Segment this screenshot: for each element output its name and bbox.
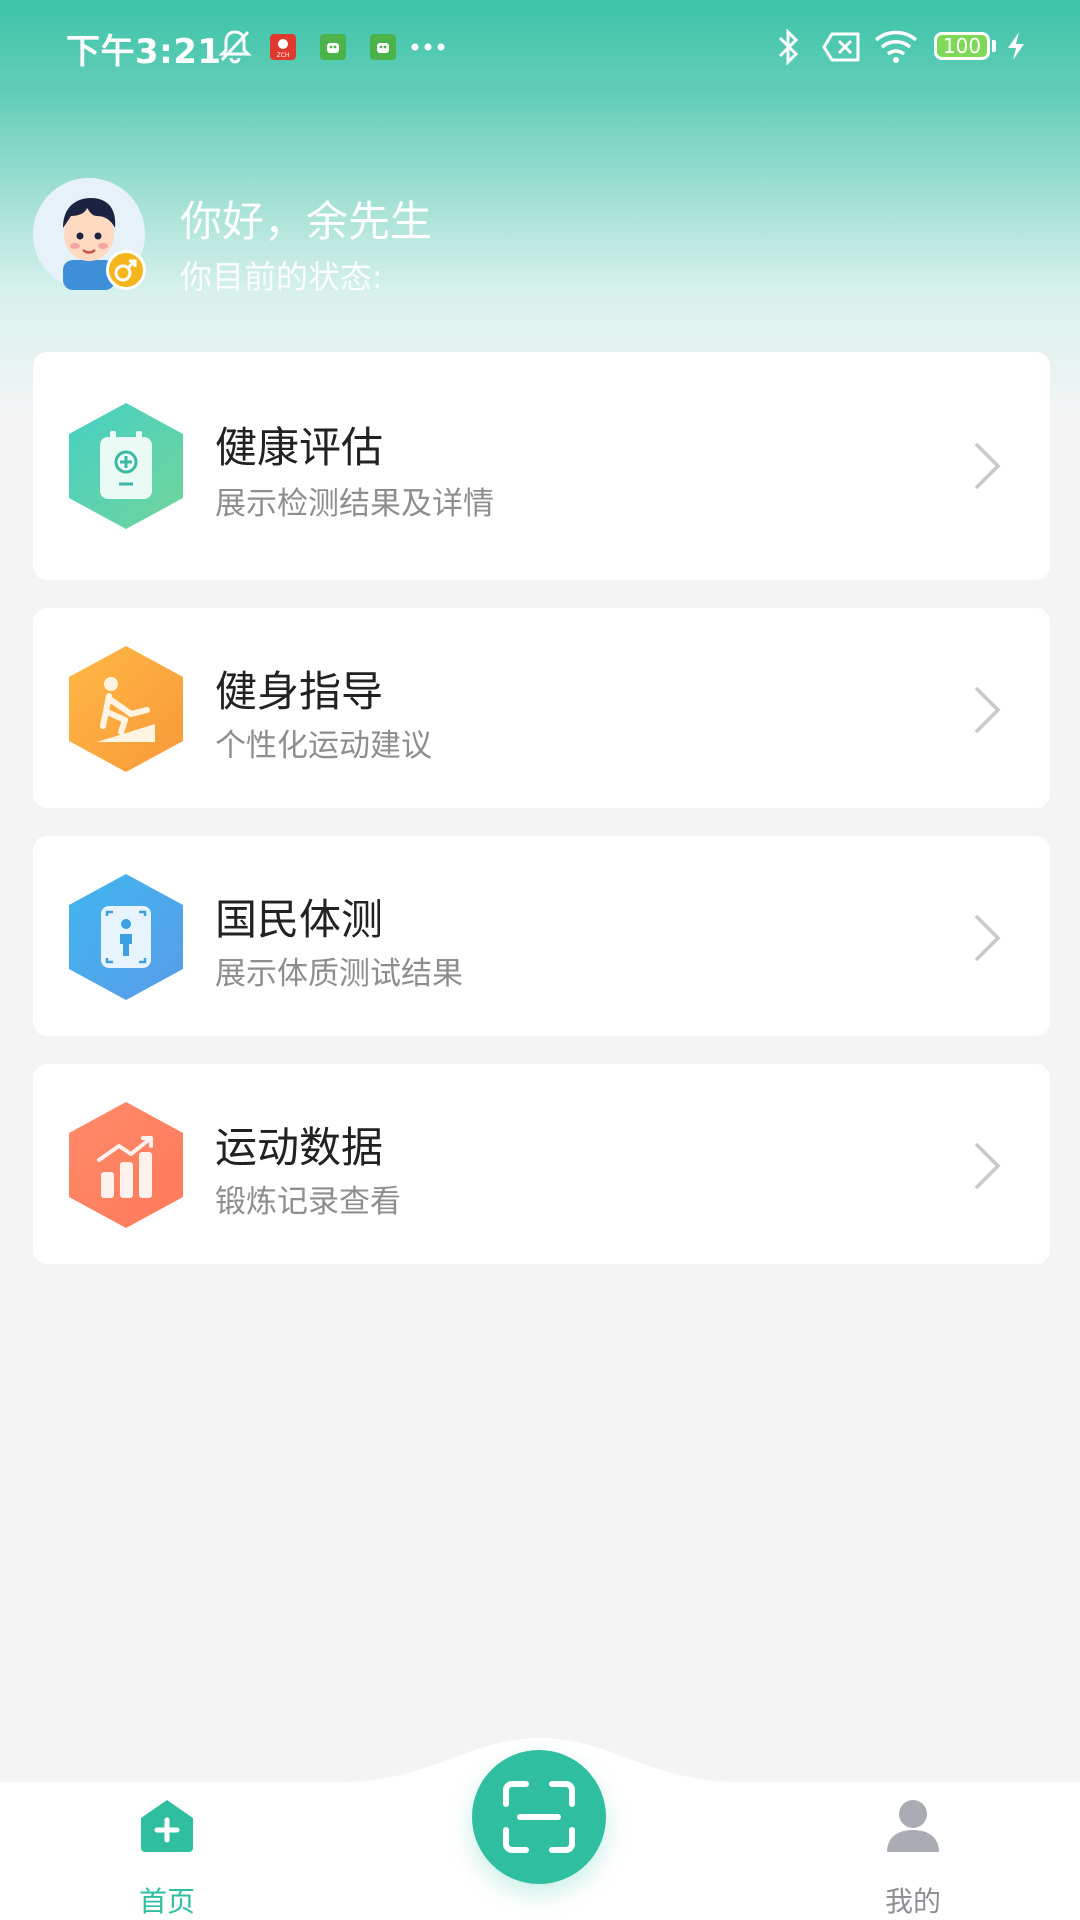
bluetooth-icon	[778, 28, 799, 66]
svg-text:ZCH: ZCH	[277, 52, 290, 59]
battery-tip	[992, 40, 996, 52]
chart-icon	[69, 1102, 183, 1228]
nav-home-label: 首页	[138, 1885, 195, 1918]
card-title: 国民体测	[215, 895, 384, 944]
status-time: 下午3:21	[66, 32, 222, 72]
card-health-assessment[interactable]: 健康评估 展示检测结果及详情	[33, 352, 1050, 580]
charging-icon	[1008, 32, 1024, 60]
user-icon	[887, 1800, 939, 1852]
card-title: 运动数据	[215, 1123, 384, 1172]
body-scan-icon	[69, 874, 183, 1000]
nav-home[interactable]: 首页	[67, 1730, 267, 1920]
wifi-icon	[874, 30, 918, 63]
nav-mine[interactable]: 我的	[813, 1730, 1013, 1920]
chevron-right-icon	[974, 1142, 1001, 1190]
bell-off-icon	[218, 30, 252, 64]
scan-button[interactable]	[472, 1750, 606, 1884]
greeting: 你好，余先生	[180, 197, 433, 246]
android-icon	[320, 34, 346, 60]
card-exercise-data[interactable]: 运动数据 锻炼记录查看	[33, 1064, 1050, 1264]
chevron-right-icon	[974, 442, 1001, 490]
chevron-right-icon	[974, 686, 1001, 734]
fitness-icon	[69, 646, 183, 772]
android-icon	[370, 34, 396, 60]
more-icon	[411, 43, 445, 51]
battery-icon: 100	[934, 32, 990, 60]
card-title: 健身指导	[215, 667, 384, 716]
sim-off-icon	[822, 32, 860, 62]
health-clipboard-icon	[69, 403, 183, 529]
card-subtitle: 展示检测结果及详情	[215, 486, 494, 522]
chevron-right-icon	[974, 914, 1001, 962]
card-fitness-guidance[interactable]: 健身指导 个性化运动建议	[33, 608, 1050, 808]
card-subtitle: 个性化运动建议	[215, 728, 432, 764]
status-bar: 下午3:21 ZCH 100	[0, 0, 1080, 96]
status-label: 你目前的状态:	[180, 258, 383, 296]
scan-icon	[503, 1781, 575, 1853]
card-subtitle: 展示体质测试结果	[215, 956, 463, 992]
app-badge-icon: ZCH	[270, 34, 296, 60]
card-national-fitness-test[interactable]: 国民体测 展示体质测试结果	[33, 836, 1050, 1036]
card-subtitle: 锻炼记录查看	[215, 1184, 401, 1220]
card-title: 健康评估	[215, 423, 384, 472]
home-plus-icon	[141, 1800, 193, 1852]
male-icon	[106, 250, 146, 290]
nav-mine-label: 我的	[884, 1885, 941, 1918]
